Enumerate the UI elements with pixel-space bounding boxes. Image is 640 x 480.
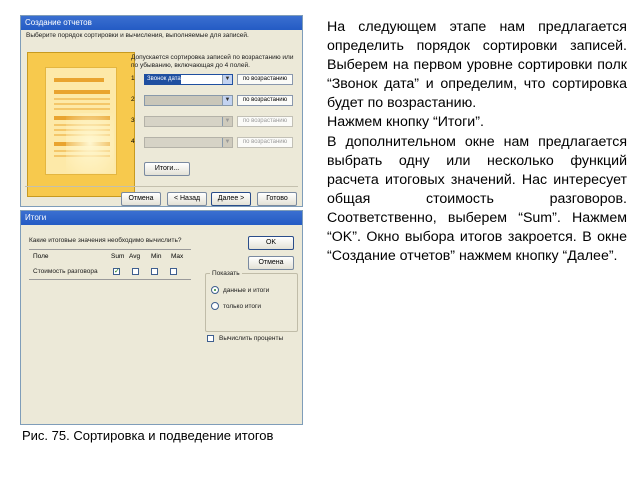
sort-field-select-2[interactable]: ▼ [144, 95, 233, 106]
column-header-field: Поле [33, 253, 49, 260]
ok-button[interactable]: OK [248, 236, 294, 250]
sort-order-button-4[interactable]: по возрастанию [237, 137, 293, 148]
totals-question: Какие итоговые значения необходимо вычис… [29, 237, 182, 244]
radio-summary-only[interactable] [211, 302, 219, 310]
chevron-down-icon: ▼ [222, 117, 232, 126]
totals-button[interactable]: Итоги... [144, 162, 190, 176]
chevron-down-icon: ▼ [222, 75, 232, 84]
max-checkbox[interactable] [170, 268, 177, 275]
row-field-name: Стоимость разговора [33, 268, 98, 275]
sort-field-select-1[interactable]: Звонок дата ▼ [144, 74, 233, 85]
column-header-avg: Avg [129, 253, 141, 260]
sort-instruction: Выберите порядок сортировки и вычисления… [26, 32, 249, 39]
show-group-label: Показать [210, 270, 242, 277]
sort-field-select-4[interactable]: ▼ [144, 137, 233, 148]
paragraph: В дополнительном окне нам предлагается в… [327, 133, 627, 265]
explanation-text: На следующем этапе нам предлагается опре… [327, 18, 627, 266]
report-wizard-title: Создание отчетов [21, 16, 302, 30]
table-row: Стоимость разговора ✓ [29, 266, 191, 280]
sort-level-number: 3 [131, 117, 135, 124]
paragraph: На следующем этапе нам предлагается опре… [327, 19, 627, 112]
column-header-sum: Sum [111, 253, 125, 260]
totals-dialog: Итоги Какие итоговые значения необходимо… [20, 210, 303, 425]
totals-dialog-title: Итоги [21, 211, 302, 225]
cancel-button[interactable]: Отмена [121, 192, 161, 206]
figure-caption: Рис. 75. Сортировка и подведение итогов [22, 428, 274, 443]
finish-button[interactable]: Готово [257, 192, 297, 206]
percent-label: Вычислить проценты [219, 335, 284, 342]
radio-detail-and-summary[interactable] [211, 286, 219, 294]
radio-label: данные и итоги [223, 287, 270, 294]
min-checkbox[interactable] [151, 268, 158, 275]
sort-order-button-2[interactable]: по возрастанию [237, 95, 293, 106]
cancel-button[interactable]: Отмена [248, 256, 294, 270]
chevron-down-icon: ▼ [222, 138, 232, 147]
report-preview-illustration [27, 52, 135, 197]
divider [25, 186, 298, 187]
sort-order-button-1[interactable]: по возрастанию [237, 74, 293, 85]
chevron-down-icon: ▼ [222, 96, 232, 105]
sort-field-select-3[interactable]: ▼ [144, 116, 233, 127]
column-header-max: Max [171, 253, 184, 260]
totals-table: Поле Sum Avg Min Max Стоимость разговора… [29, 249, 191, 285]
sort-level-number: 1 [131, 75, 135, 82]
radio-label: только итоги [223, 303, 262, 310]
column-header-min: Min [151, 253, 162, 260]
sum-checkbox[interactable]: ✓ [113, 268, 120, 275]
sort-level-number: 4 [131, 138, 135, 145]
sort-level-number: 2 [131, 96, 135, 103]
report-wizard-dialog: Создание отчетов Выберите порядок сортир… [20, 15, 303, 207]
sort-hint: Допускается сортировка записей по возрас… [131, 54, 294, 69]
avg-checkbox[interactable] [132, 268, 139, 275]
percent-checkbox[interactable] [207, 335, 214, 342]
show-groupbox: Показать данные и итоги только итоги [205, 270, 298, 332]
back-button[interactable]: < Назад [167, 192, 207, 206]
paragraph: Нажмем кнопку “Итоги”. [327, 114, 484, 131]
next-button[interactable]: Далее > [211, 192, 251, 206]
sort-order-button-3[interactable]: по возрастанию [237, 116, 293, 127]
